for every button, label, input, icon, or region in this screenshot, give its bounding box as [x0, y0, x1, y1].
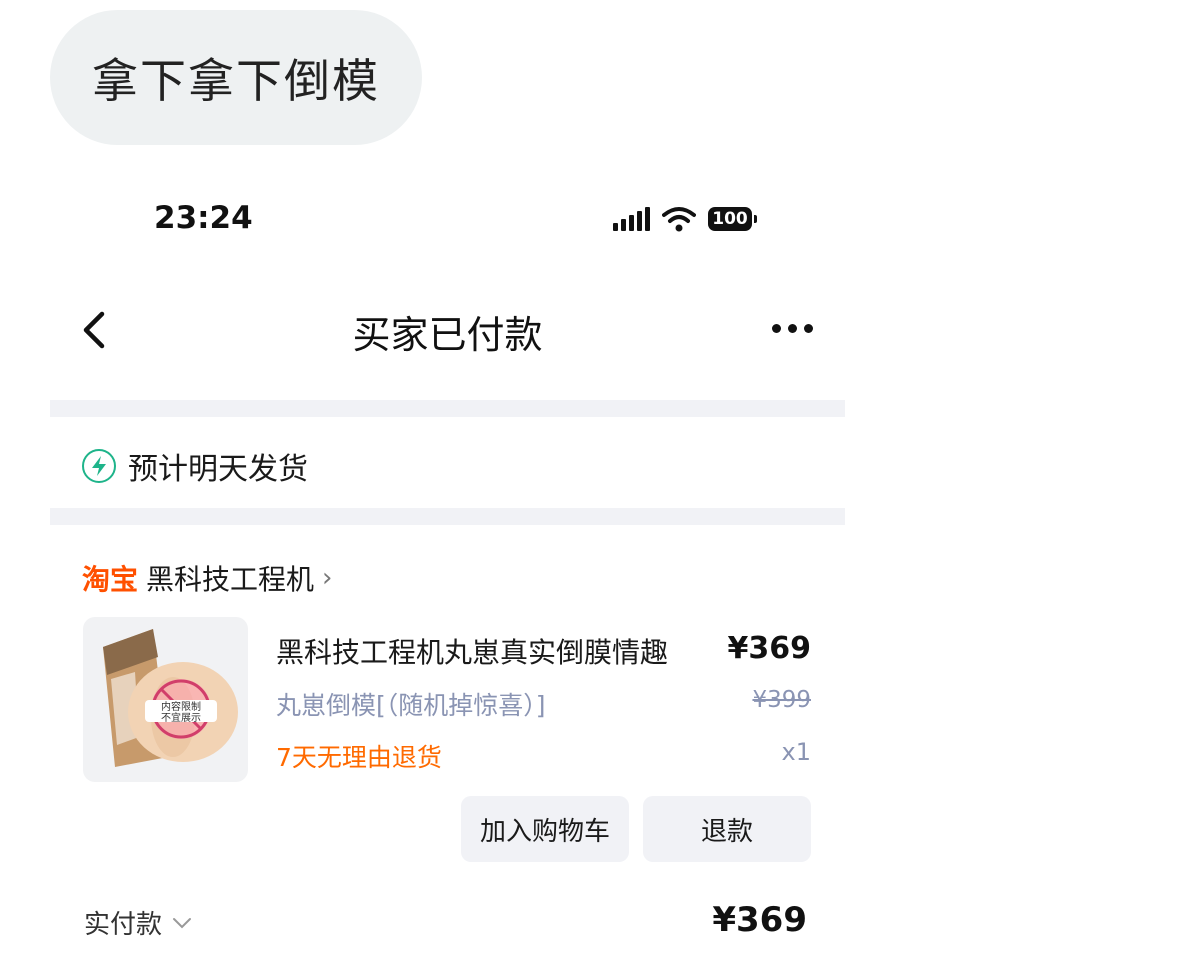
status-indicators: 100	[613, 204, 757, 234]
shipping-text: 预计明天发货	[128, 452, 308, 487]
status-time: 23:24	[154, 200, 253, 236]
shop-name[interactable]: 黑科技工程机	[146, 558, 314, 598]
product-title[interactable]: 黑科技工程机丸崽真实倒膜情趣	[276, 631, 668, 671]
shop-header[interactable]: 淘宝 黑科技工程机 ›	[82, 558, 332, 598]
add-to-cart-button[interactable]: 加入购物车	[461, 796, 629, 862]
badge-text-line1: 内容限制	[161, 700, 201, 713]
total-label-text: 实付款	[84, 910, 163, 940]
section-divider	[50, 508, 845, 525]
chat-message-bubble: 拿下拿下倒模	[50, 10, 422, 145]
badge-text-line2: 不宜展示	[161, 711, 201, 724]
product-spec: 丸崽倒模[（随机掉惊喜）]	[276, 691, 546, 720]
shipping-estimate: 预计明天发货	[82, 444, 308, 488]
chat-message-text: 拿下拿下倒模	[92, 53, 380, 108]
section-divider	[50, 400, 845, 417]
chevron-right-icon: ›	[322, 563, 333, 593]
signal-icon	[613, 207, 650, 231]
lightning-icon	[82, 449, 116, 483]
taobao-logo: 淘宝	[82, 563, 139, 596]
chevron-down-icon	[173, 917, 192, 928]
product-image[interactable]: 内容限制 不宜展示	[83, 617, 248, 782]
refund-button[interactable]: 退款	[643, 796, 811, 862]
order-screenshot: 23:24 100 买家已付款 预计明天发货 淘宝 黑科技工程机 › 内容限制 …	[50, 160, 845, 970]
total-paid-value: ¥369	[712, 900, 807, 940]
battery-icon: 100	[708, 207, 757, 231]
battery-level: 100	[712, 209, 748, 229]
total-paid-label[interactable]: 实付款	[84, 904, 192, 941]
original-price: ¥399	[752, 687, 811, 713]
product-quantity: x1	[781, 738, 811, 766]
return-policy: 7天无理由退货	[276, 743, 442, 772]
product-price: ¥369	[727, 631, 812, 666]
page-title: 买家已付款	[352, 313, 543, 357]
more-options-icon[interactable]	[772, 324, 813, 333]
wifi-icon	[662, 207, 696, 232]
